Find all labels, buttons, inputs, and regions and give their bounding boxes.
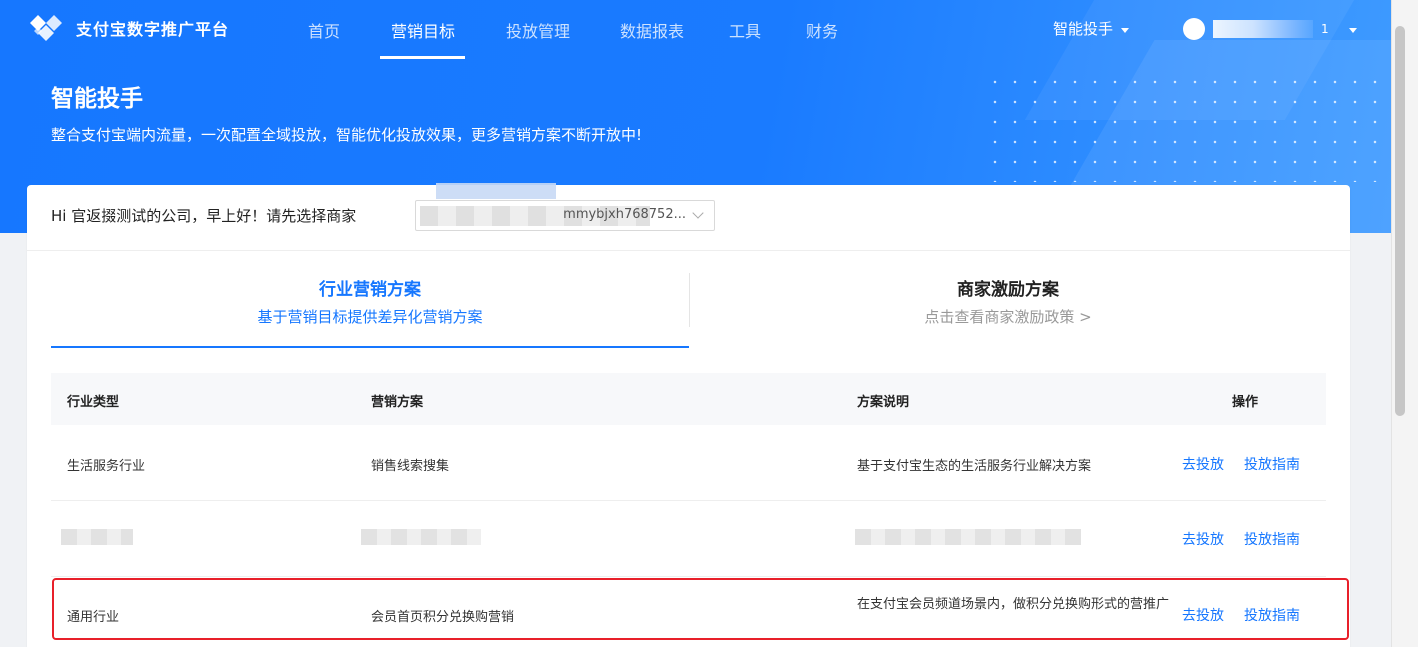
guide-link[interactable]: 投放指南 [1244, 454, 1300, 474]
column-header-industry: 行业类型 [67, 395, 120, 410]
brand-logo[interactable]: 支付宝数字推广平台 [26, 13, 229, 43]
hero-dot-pattern [985, 72, 1385, 182]
merchant-select[interactable]: mmybjxh768752... [415, 200, 715, 231]
tab-subtitle: 基于营销目标提供差异化营销方案 [257, 308, 483, 326]
page-description: 整合支付宝端内流量，一次配置全域投放，智能优化投放效果，更多营销方案不断开放中! [51, 126, 643, 144]
tab-active-indicator [51, 346, 689, 348]
scrollbar-thumb[interactable] [1395, 26, 1405, 416]
tab-merchant-incentive[interactable]: 商家激励方案 点击查看商家激励政策 > [689, 275, 1327, 327]
divider [27, 250, 1350, 251]
page-title: 智能投手 [51, 86, 143, 112]
nav-item-marketing-goal[interactable]: 营销目标 [391, 18, 455, 42]
chevron-down-icon [1121, 27, 1130, 33]
user-menu[interactable]: 1 [1183, 18, 1357, 40]
highlight-box [52, 578, 1349, 640]
column-header-actions: 操作 [1232, 395, 1259, 410]
nav-item-finance[interactable]: 财务 [806, 18, 838, 42]
table-row: 生活服务行业 销售线索搜集 基于支付宝生态的生活服务行业解决方案 去投放 投放指… [51, 425, 1326, 501]
top-nav: 支付宝数字推广平台 首页 营销目标 投放管理 数据报表 工具 财务 智能投手 1 [0, 0, 1391, 60]
masked-region [436, 183, 556, 199]
avatar [1183, 18, 1205, 40]
tab-title: 行业营销方案 [319, 280, 421, 300]
tab-title: 商家激励方案 [957, 280, 1059, 300]
tab-subtitle: 点击查看商家激励政策 > [924, 308, 1092, 326]
cell-plan: 销售线索搜集 [371, 459, 450, 474]
table-row: 去投放 投放指南 [51, 501, 1326, 577]
masked-cell [61, 529, 133, 545]
masked-username [1213, 20, 1313, 38]
merchant-select-value: mmybjxh768752... [563, 207, 686, 222]
alipay-logo-icon [26, 13, 66, 43]
column-header-description: 方案说明 [857, 395, 910, 410]
nav-item-home[interactable]: 首页 [308, 18, 340, 42]
tab-industry-plans[interactable]: 行业营销方案 基于营销目标提供差异化营销方案 [51, 275, 689, 327]
chevron-down-icon [692, 207, 704, 219]
launch-button[interactable]: 去投放 [1182, 454, 1224, 474]
assistant-menu[interactable]: 智能投手 [1053, 18, 1130, 39]
assistant-menu-label: 智能投手 [1053, 20, 1114, 38]
chevron-down-icon [1348, 28, 1357, 33]
column-header-plan: 营销方案 [371, 395, 424, 410]
launch-button[interactable]: 去投放 [1182, 529, 1224, 549]
brand-name: 支付宝数字推广平台 [76, 20, 230, 39]
nav-item-reports[interactable]: 数据报表 [620, 18, 684, 42]
masked-cell [361, 529, 481, 545]
cell-industry: 生活服务行业 [67, 459, 146, 474]
nav-item-tools[interactable]: 工具 [729, 18, 761, 42]
nav-item-campaign-management[interactable]: 投放管理 [506, 18, 570, 42]
user-suffix: 1 [1321, 22, 1329, 36]
guide-link[interactable]: 投放指南 [1244, 529, 1300, 549]
cell-description: 基于支付宝生态的生活服务行业解决方案 [857, 459, 1092, 474]
greeting-text: Hi 官返掇测试的公司，早上好！请先选择商家 [51, 207, 357, 225]
nav-active-indicator [380, 56, 465, 59]
table-header: 行业类型 营销方案 方案说明 操作 [51, 373, 1326, 425]
masked-cell [855, 529, 1081, 545]
